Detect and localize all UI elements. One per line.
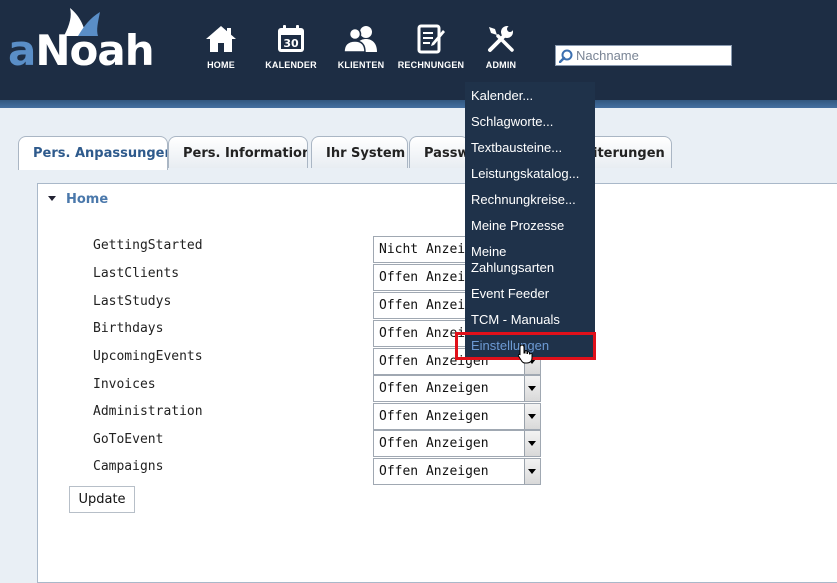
display-select[interactable]: Offen Anzeigen bbox=[373, 458, 541, 485]
tab-label: Pers. Anpassungen bbox=[33, 146, 168, 161]
select-value: Offen Anzeigen bbox=[379, 381, 489, 396]
search-field[interactable] bbox=[555, 45, 732, 66]
widget-label: Birthdays bbox=[93, 321, 164, 336]
search-input[interactable] bbox=[576, 47, 726, 64]
select-value: Offen Anzeigen bbox=[379, 409, 489, 424]
header-stripe bbox=[0, 100, 837, 108]
dropdown-arrow-icon[interactable] bbox=[524, 431, 540, 456]
widget-label: GoToEvent bbox=[93, 432, 164, 447]
tab-ihr-system[interactable]: Ihr System bbox=[311, 136, 408, 168]
nav-label: RECHNUNGEN bbox=[397, 60, 465, 70]
widget-label: Campaigns bbox=[93, 459, 164, 474]
top-header: aNoah HOME 30 KALENDER KLIENTEN RECHNUNG… bbox=[0, 0, 837, 100]
widget-label: LastStudys bbox=[93, 294, 172, 309]
menu-item-meine-prozesse[interactable]: Meine Prozesse bbox=[471, 218, 595, 234]
widget-label: GettingStarted bbox=[93, 238, 203, 253]
logo-wordmark: aNoah bbox=[8, 26, 155, 75]
calendar-icon: 30 bbox=[278, 25, 304, 52]
dropdown-arrow-icon[interactable] bbox=[524, 376, 540, 401]
tab-passwort[interactable]: Passwo bbox=[409, 136, 469, 168]
tab-label: iterungen bbox=[593, 146, 665, 161]
admin-dropdown-menu: Kalender... Schlagworte... Textbausteine… bbox=[465, 82, 595, 360]
tab-label: Ihr System bbox=[326, 146, 406, 161]
display-select[interactable]: Offen Anzeigen bbox=[373, 403, 541, 430]
widget-label: Invoices bbox=[93, 377, 156, 392]
dropdown-arrow-icon[interactable] bbox=[524, 459, 540, 484]
tab-label: Passwo bbox=[424, 146, 469, 161]
nav-invoices-button[interactable]: RECHNUNGEN bbox=[396, 24, 466, 76]
menu-item-rechnungkreise[interactable]: Rechnungkreise... bbox=[471, 192, 595, 208]
nav-label: KALENDER bbox=[265, 60, 317, 70]
calendar-badge: 30 bbox=[283, 37, 299, 50]
invoice-icon bbox=[417, 24, 445, 54]
search-icon bbox=[559, 49, 573, 63]
menu-item-kalender[interactable]: Kalender... bbox=[471, 88, 595, 104]
home-icon bbox=[206, 26, 236, 52]
nav-label: KLIENTEN bbox=[337, 60, 385, 70]
nav-label: HOME bbox=[207, 60, 235, 70]
menu-item-schlagworte[interactable]: Schlagworte... bbox=[471, 114, 595, 130]
tools-icon bbox=[488, 26, 514, 52]
widget-label: LastClients bbox=[93, 266, 180, 281]
nav-home-button[interactable]: HOME bbox=[196, 24, 246, 76]
anoah-logo[interactable]: aNoah bbox=[8, 8, 168, 74]
select-value: Offen Anzeigen bbox=[379, 464, 489, 479]
update-button[interactable]: Update bbox=[69, 486, 135, 513]
nav-label: ADMIN bbox=[485, 60, 517, 70]
collapse-triangle-icon bbox=[48, 196, 56, 201]
section-title: Home bbox=[66, 192, 109, 207]
display-select[interactable]: Offen Anzeigen bbox=[373, 375, 541, 402]
tab-label: Pers. Information bbox=[183, 146, 308, 161]
dropdown-arrow-icon[interactable] bbox=[524, 404, 540, 429]
tab-pers-information[interactable]: Pers. Information bbox=[168, 136, 308, 168]
menu-item-tcm-manuals[interactable]: TCM - Manuals bbox=[471, 312, 595, 328]
menu-item-event-feeder[interactable]: Event Feeder bbox=[471, 286, 595, 302]
nav-admin-button[interactable]: ADMIN bbox=[476, 24, 526, 76]
select-value: Offen Anzeigen bbox=[379, 436, 489, 451]
nav-clients-button[interactable]: KLIENTEN bbox=[333, 24, 389, 76]
section-header-home[interactable]: Home bbox=[48, 192, 108, 212]
hand-cursor-icon bbox=[517, 344, 533, 364]
menu-item-zahlungsarten[interactable]: Meine Zahlungsarten bbox=[471, 244, 595, 276]
display-select[interactable]: Offen Anzeigen bbox=[373, 430, 541, 457]
tab-pers-anpassungen[interactable]: Pers. Anpassungen bbox=[18, 136, 168, 170]
widget-label: UpcomingEvents bbox=[93, 349, 203, 364]
nav-calendar-button[interactable]: 30 KALENDER bbox=[262, 24, 320, 76]
menu-item-leistungskatalog[interactable]: Leistungskatalog... bbox=[471, 166, 595, 182]
widget-label: Administration bbox=[93, 404, 203, 419]
users-icon bbox=[343, 26, 377, 53]
menu-item-textbausteine[interactable]: Textbausteine... bbox=[471, 140, 595, 156]
